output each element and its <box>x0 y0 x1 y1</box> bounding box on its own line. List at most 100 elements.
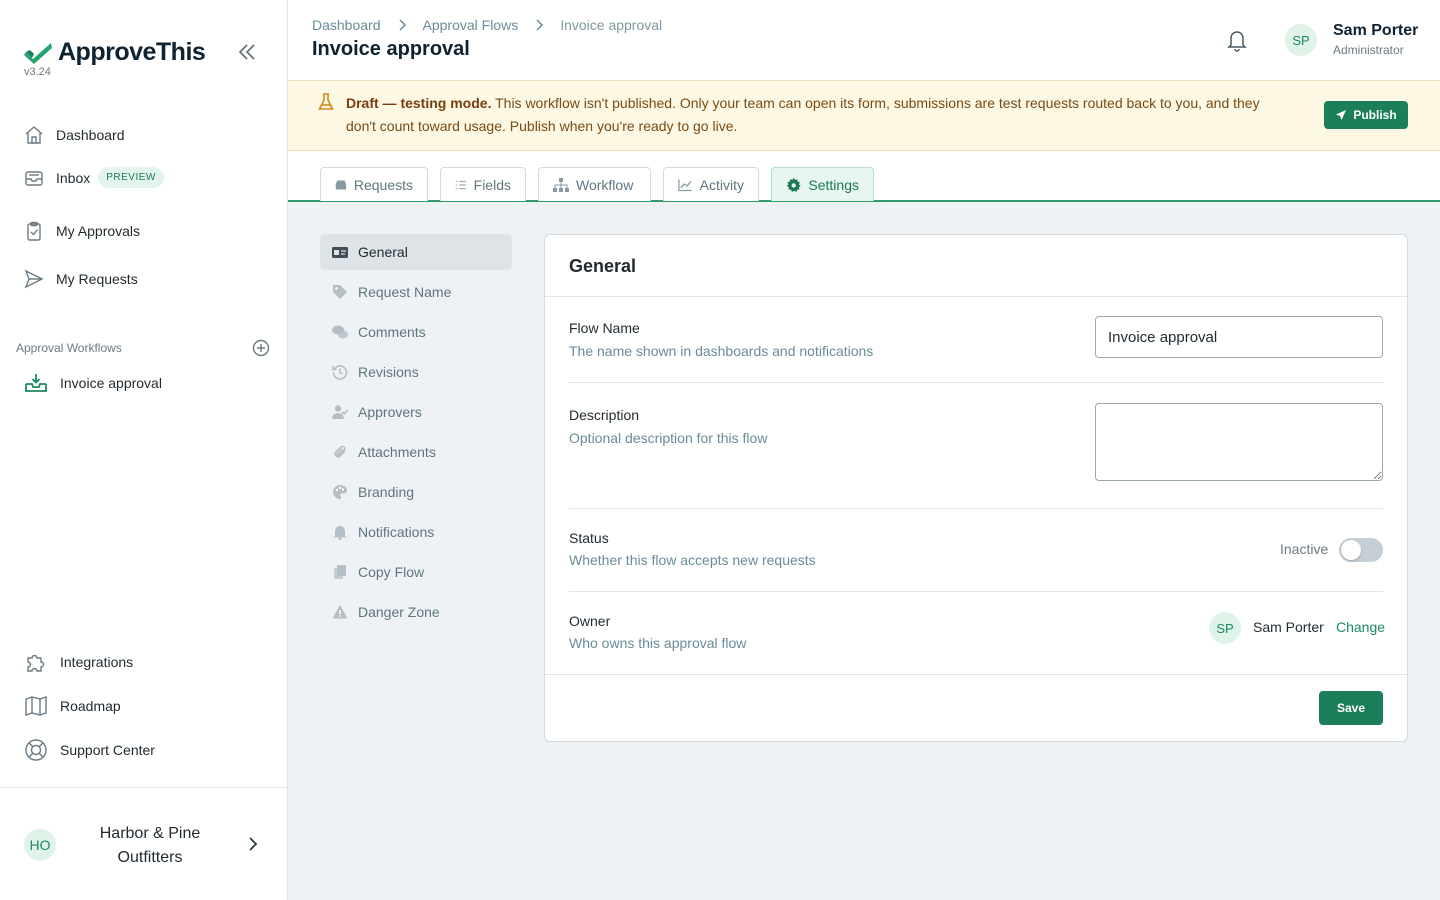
sidebar-item-label: Roadmap <box>60 698 121 714</box>
tab-label: Activity <box>699 176 744 193</box>
tab-label: Requests <box>353 176 413 193</box>
paperclip-icon <box>334 445 346 458</box>
settings-nav-label: Request Name <box>358 284 452 300</box>
settings-nav-label: Notifications <box>358 524 435 540</box>
palette-icon <box>333 485 347 499</box>
card-title: General <box>569 256 637 276</box>
tab-workflow[interactable]: Workflow <box>538 167 651 201</box>
history-icon <box>332 365 348 380</box>
description-help: Optional description for this flow <box>569 430 768 446</box>
settings-nav-comments[interactable]: Comments <box>320 314 512 350</box>
app-logo[interactable]: ApproveThis <box>24 38 206 67</box>
settings-nav-label: Branding <box>358 484 415 500</box>
sidebar-item-my-requests[interactable]: My Requests <box>24 269 138 289</box>
settings-nav-label: Approvers <box>358 404 422 420</box>
sidebar-item-my-approvals[interactable]: My Approvals <box>24 221 140 241</box>
divider <box>545 296 1407 297</box>
settings-nav-revisions[interactable]: Revisions <box>320 354 512 390</box>
divider <box>569 591 1383 592</box>
warning-icon <box>332 605 348 619</box>
page-header: Dashboard Approval Flows Invoice approva… <box>288 0 1440 81</box>
sidebar-item-integrations[interactable]: Integrations <box>24 650 133 674</box>
settings-nav-general[interactable]: General <box>320 234 512 270</box>
sidebar-item-support-center[interactable]: Support Center <box>24 738 155 762</box>
flow-name-input[interactable] <box>1095 316 1383 358</box>
tab-settings[interactable]: Settings <box>771 167 874 201</box>
settings-nav-label: Comments <box>358 324 426 340</box>
home-icon <box>24 125 44 145</box>
user-role: Administrator <box>1333 43 1404 57</box>
sidebar-item-label: My Requests <box>56 271 138 287</box>
chevron-right-icon <box>536 19 544 31</box>
tab-label: Fields <box>473 176 511 193</box>
change-owner-link[interactable]: Change <box>1336 619 1385 635</box>
preview-badge: PREVIEW <box>98 167 164 188</box>
inbox-icon <box>335 180 347 189</box>
flow-tabs: Requests Fields Workflow Activity Settin… <box>288 151 1440 202</box>
page-title: Invoice approval <box>312 38 470 60</box>
flow-name-help: The name shown in dashboards and notific… <box>569 343 874 359</box>
sidebar-item-inbox[interactable]: Inbox PREVIEW <box>24 167 164 188</box>
settings-nav-label: Revisions <box>358 364 419 380</box>
settings-nav-danger-zone[interactable]: Danger Zone <box>320 594 512 630</box>
owner-name: Sam Porter <box>1253 619 1324 635</box>
org-name: Harbor & Pine Outfitters <box>99 825 201 866</box>
user-name[interactable]: Sam Porter <box>1333 22 1418 40</box>
owner-avatar: SP <box>1209 612 1241 644</box>
sidebar-flow-invoice-approval[interactable]: Invoice approval <box>24 372 162 394</box>
copy-icon <box>334 565 346 579</box>
save-button[interactable]: Save <box>1319 691 1383 725</box>
sidebar-item-label: Dashboard <box>56 127 125 143</box>
settings-nav-request-name[interactable]: Request Name <box>320 274 512 310</box>
organization-switcher[interactable]: HO Harbor & Pine Outfitters <box>0 787 287 900</box>
chevron-right-icon <box>246 836 260 852</box>
gear-icon <box>786 177 801 192</box>
tab-label: Settings <box>808 176 859 193</box>
settings-nav-approvers[interactable]: Approvers <box>320 394 512 430</box>
add-flow-icon[interactable] <box>252 339 270 357</box>
collapse-sidebar-icon[interactable] <box>236 42 258 62</box>
flow-name-label: Flow Name <box>569 320 640 336</box>
breadcrumb: Dashboard Approval Flows Invoice approva… <box>312 17 662 33</box>
tab-fields[interactable]: Fields <box>440 167 526 201</box>
publish-button[interactable]: Publish <box>1324 101 1408 129</box>
user-avatar[interactable]: SP <box>1285 24 1317 56</box>
list-icon <box>455 180 466 189</box>
description-textarea[interactable] <box>1095 403 1383 481</box>
general-settings-card: General Flow Name The name shown in dash… <box>544 234 1408 742</box>
chevron-right-icon <box>398 19 406 31</box>
chart-line-icon <box>678 179 692 191</box>
settings-nav-notifications[interactable]: Notifications <box>320 514 512 550</box>
settings-nav-label: Danger Zone <box>358 604 440 620</box>
sitemap-icon <box>553 177 569 192</box>
send-icon <box>24 269 44 289</box>
breadcrumb-dashboard[interactable]: Dashboard <box>312 17 381 33</box>
settings-nav-attachments[interactable]: Attachments <box>320 434 512 470</box>
tab-requests[interactable]: Requests <box>320 167 428 201</box>
owner-help: Who owns this approval flow <box>569 635 747 651</box>
user-check-icon <box>332 405 348 419</box>
toggle-knob <box>1341 540 1361 560</box>
settings-nav-copy-flow[interactable]: Copy Flow <box>320 554 512 590</box>
approval-workflows-heading: Approval Workflows <box>16 341 122 355</box>
tray-download-icon <box>24 372 48 394</box>
settings-nav-label: Attachments <box>358 444 436 460</box>
bell-icon[interactable] <box>1226 28 1248 52</box>
status-toggle[interactable] <box>1339 538 1383 562</box>
sidebar-item-label: Integrations <box>60 654 134 670</box>
tab-activity[interactable]: Activity <box>663 167 759 201</box>
tab-label: Workflow <box>576 176 634 193</box>
settings-nav-branding[interactable]: Branding <box>320 474 512 510</box>
comments-icon <box>332 325 348 339</box>
clipboard-check-icon <box>24 221 44 241</box>
sidebar-item-label: My Approvals <box>56 223 141 239</box>
owner-label: Owner <box>569 613 611 629</box>
sidebar-item-label: Support Center <box>60 742 155 758</box>
sidebar: ApproveThis v3.24 Dashboard Inbox PREVIE… <box>0 0 288 900</box>
breadcrumb-approval-flows[interactable]: Approval Flows <box>423 17 519 33</box>
description-label: Description <box>569 407 640 423</box>
sidebar-item-roadmap[interactable]: Roadmap <box>24 694 121 718</box>
tag-icon <box>333 285 347 299</box>
map-icon <box>24 694 48 718</box>
sidebar-item-dashboard[interactable]: Dashboard <box>24 125 125 145</box>
